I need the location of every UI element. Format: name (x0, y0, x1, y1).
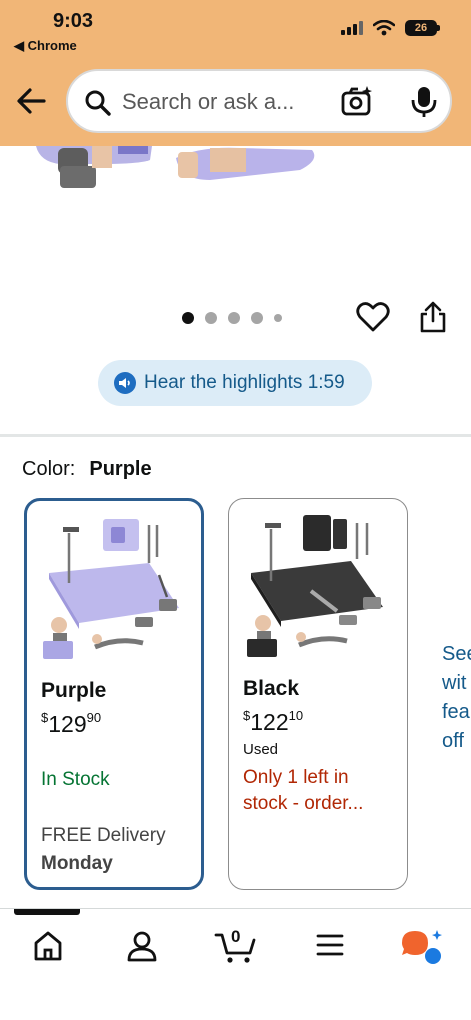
carousel-dot[interactable] (274, 314, 282, 322)
search-icon[interactable] (84, 89, 112, 117)
carousel-dot[interactable] (251, 312, 263, 324)
variant-name: Black (243, 677, 300, 700)
section-divider (0, 434, 471, 437)
image-carousel-dots[interactable] (182, 312, 282, 324)
rufus-assistant-icon[interactable] (400, 929, 444, 965)
delivery-label: FREE Delivery (41, 825, 166, 846)
see-more-link[interactable]: See wit fea off (442, 640, 471, 756)
stock-status: Only 1 left in stock - order... (243, 767, 364, 814)
heart-icon[interactable] (356, 300, 390, 334)
signal-icon (341, 21, 363, 35)
variant-thumbnail (43, 519, 179, 659)
stock-status: In Stock (41, 769, 110, 790)
bottom-nav: 0 (0, 908, 471, 1020)
carousel-dot[interactable] (228, 312, 240, 324)
speaker-icon (114, 372, 136, 394)
color-selector-label: Color: Purple (22, 458, 152, 481)
home-icon[interactable] (32, 929, 64, 963)
carousel-dot[interactable] (182, 312, 194, 324)
cart-count: 0 (231, 927, 241, 946)
highlights-label: Hear the highlights 1:59 (144, 372, 345, 393)
color-label: Color: (22, 458, 76, 480)
search-input[interactable] (122, 85, 322, 119)
variant-price: $12990 (41, 710, 102, 737)
hear-highlights-button[interactable]: Hear the highlights 1:59 (98, 360, 372, 406)
delivery-day: Monday (41, 853, 113, 874)
share-icon[interactable] (418, 300, 448, 334)
search-bar[interactable] (66, 69, 452, 133)
active-tab-indicator (14, 909, 80, 915)
microphone-icon[interactable] (410, 85, 438, 119)
header-bar: 9:03 ◀ Chrome 26 (0, 0, 471, 146)
account-icon[interactable] (126, 929, 158, 963)
back-arrow-icon[interactable] (14, 86, 50, 116)
carousel-dot[interactable] (205, 312, 217, 324)
status-time: 9:03 (53, 10, 94, 32)
variant-thumbnail (247, 515, 383, 657)
menu-icon[interactable] (316, 933, 344, 957)
variant-card-purple[interactable]: Purple $12990 In Stock FREE Delivery Mon… (24, 498, 204, 890)
variant-card-black[interactable]: Black $12210 Used Only 1 left in stock -… (228, 498, 408, 890)
variant-name: Purple (41, 679, 107, 702)
variant-price: $12210 (243, 708, 304, 735)
wifi-icon (373, 20, 395, 36)
back-to-app-link[interactable]: ◀ Chrome (14, 38, 77, 54)
camera-search-icon[interactable] (340, 85, 374, 119)
status-icons: 26 (341, 20, 440, 36)
condition-label: Used (243, 741, 279, 758)
battery-icon: 26 (405, 20, 440, 36)
cart-button[interactable]: 0 (214, 927, 258, 965)
selected-color-name: Purple (89, 458, 152, 480)
